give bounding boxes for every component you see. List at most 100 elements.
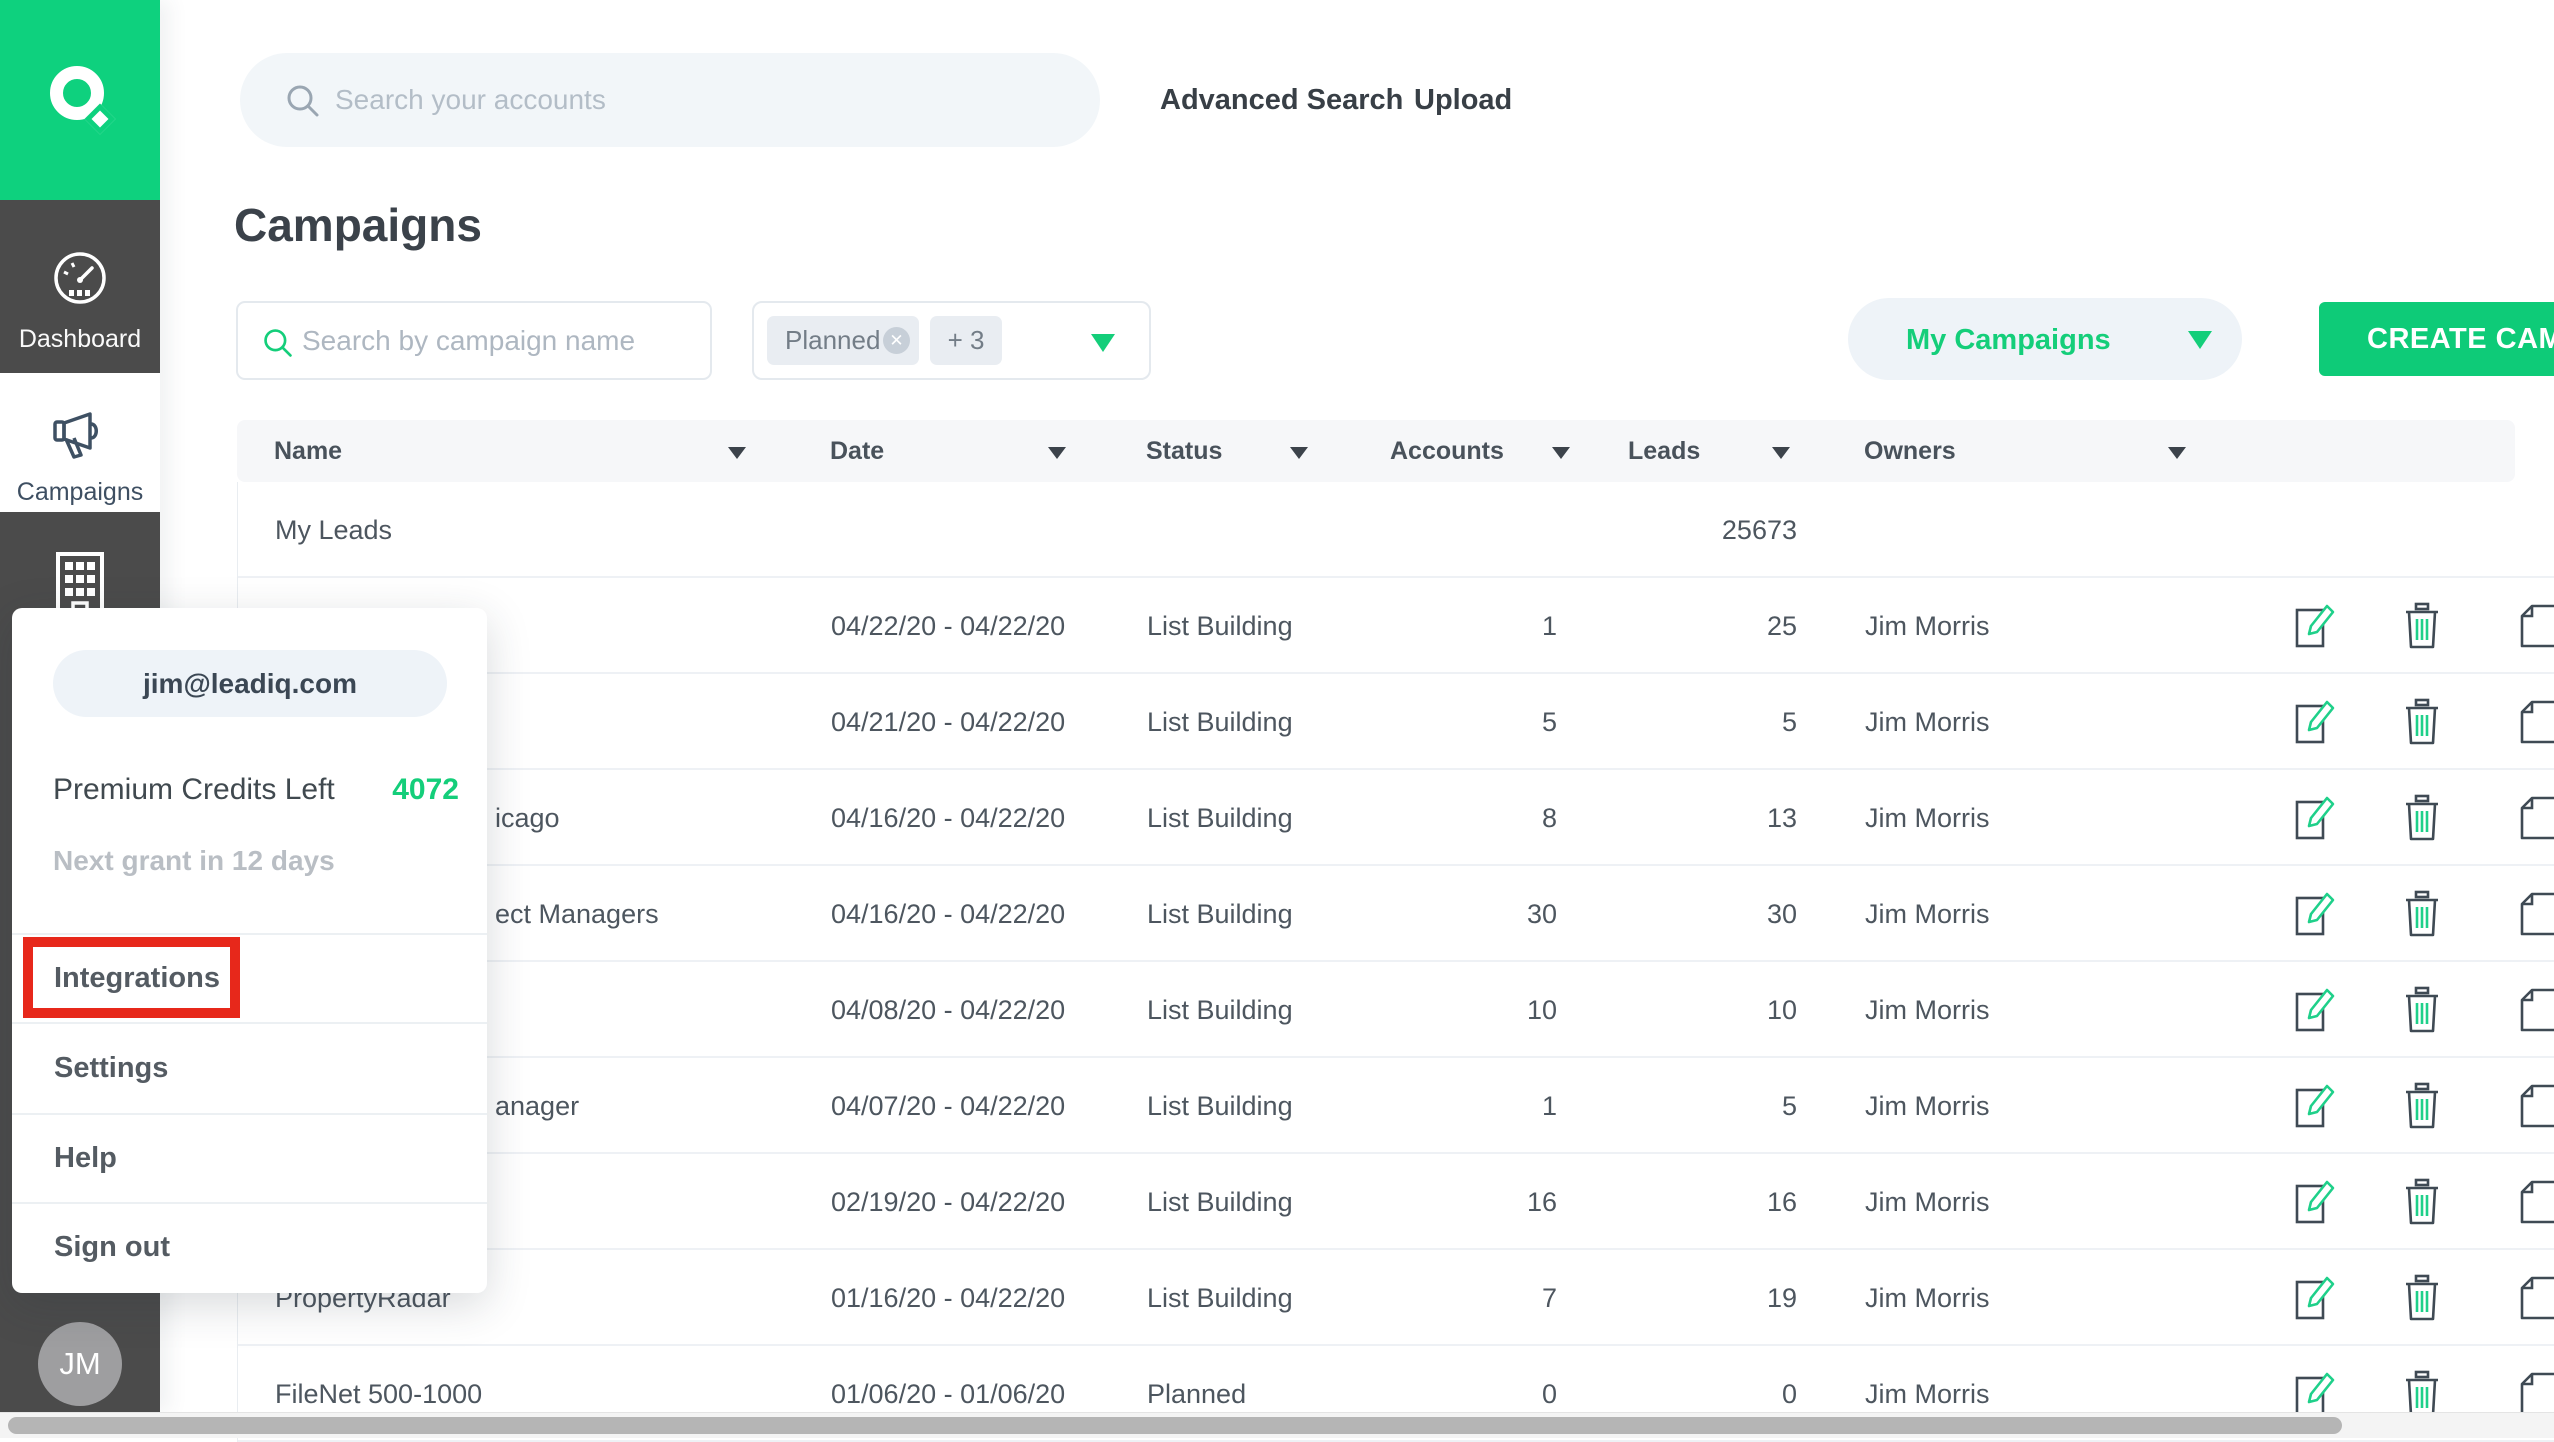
duplicate-icon[interactable] — [2518, 1082, 2554, 1130]
edit-icon[interactable] — [2291, 698, 2339, 746]
edit-icon[interactable] — [2291, 890, 2339, 938]
date-cell: 04/08/20 - 04/22/20 — [831, 995, 1066, 1025]
sort-icon-status[interactable] — [1290, 447, 1308, 459]
date-cell: 04/22/20 - 04/22/20 — [831, 611, 1066, 641]
delete-icon[interactable] — [2398, 1274, 2446, 1322]
accounts-cell: 5 — [1541, 707, 1557, 737]
edit-icon[interactable] — [2291, 1082, 2339, 1130]
upload-link[interactable]: Upload — [1414, 84, 1512, 117]
accounts-cell: 8 — [1541, 803, 1557, 833]
edit-icon[interactable] — [2291, 1370, 2339, 1418]
duplicate-icon[interactable] — [2518, 986, 2554, 1034]
status-cell: List Building — [1147, 1187, 1293, 1217]
menu-divider — [12, 933, 487, 935]
menu-divider — [12, 1202, 487, 1204]
status-cell: List Building — [1147, 611, 1293, 641]
leads-cell: 25 — [1766, 611, 1797, 641]
table-row[interactable]: PropertyRadar 01/16/20 - 04/22/20 List B… — [238, 1250, 2554, 1346]
sort-icon-name[interactable] — [728, 447, 746, 459]
table-row[interactable]: icago 04/16/20 - 04/22/20 List Building … — [238, 770, 2554, 866]
table-row[interactable]: 02/19/20 - 04/22/20 List Building 16 16 … — [238, 1154, 2554, 1250]
sort-icon-accounts[interactable] — [1552, 447, 1570, 459]
chevron-down-icon[interactable] — [1091, 334, 1115, 352]
status-cell: List Building — [1147, 707, 1293, 737]
create-campaign-button[interactable]: CREATE CAMPAIGN — [2319, 302, 2554, 376]
campaign-search-input[interactable] — [302, 303, 702, 378]
status-cell: List Building — [1147, 899, 1293, 929]
edit-icon[interactable] — [2291, 1178, 2339, 1226]
user-avatar[interactable]: JM — [38, 1322, 122, 1406]
leads-cell: 10 — [1766, 995, 1797, 1025]
leads-cell: 25673 — [1721, 515, 1797, 545]
duplicate-icon[interactable] — [2518, 1178, 2554, 1226]
duplicate-icon[interactable] — [2518, 602, 2554, 650]
sort-icon-leads[interactable] — [1772, 447, 1790, 459]
table-row[interactable]: My Leads 25673 — [238, 482, 2554, 578]
delete-icon[interactable] — [2398, 1178, 2446, 1226]
table-row[interactable]: 04/21/20 - 04/22/20 List Building 5 5 Ji… — [238, 674, 2554, 770]
table-row[interactable]: anager 04/07/20 - 04/22/20 List Building… — [238, 1058, 2554, 1154]
edit-icon[interactable] — [2291, 1274, 2339, 1322]
edit-icon[interactable] — [2291, 794, 2339, 842]
column-header-owners[interactable]: Owners — [1864, 420, 1956, 482]
delete-icon[interactable] — [2398, 698, 2446, 746]
status-filter-dropdown[interactable]: Planned ✕ + 3 — [752, 301, 1151, 380]
duplicate-icon[interactable] — [2518, 890, 2554, 938]
leads-cell: 5 — [1781, 1091, 1797, 1121]
delete-icon[interactable] — [2398, 1082, 2446, 1130]
delete-icon[interactable] — [2398, 794, 2446, 842]
horizontal-scrollbar-track[interactable] — [0, 1412, 2554, 1438]
column-header-status[interactable]: Status — [1146, 420, 1222, 482]
menu-item-help[interactable]: Help — [54, 1142, 117, 1175]
status-cell: List Building — [1147, 803, 1293, 833]
account-email: jim@leadiq.com — [53, 650, 447, 717]
campaign-name-cell: icago — [495, 803, 560, 833]
owner-cell: Jim Morris — [1865, 707, 1990, 737]
duplicate-icon[interactable] — [2518, 794, 2554, 842]
duplicate-icon[interactable] — [2518, 1370, 2554, 1418]
search-icon — [264, 329, 292, 357]
column-header-accounts[interactable]: Accounts — [1390, 420, 1504, 482]
premium-credits-value: 4072 — [392, 773, 459, 806]
edit-icon[interactable] — [2291, 986, 2339, 1034]
sidebar-item-label: Campaigns — [16, 478, 144, 506]
table-row[interactable]: ect Managers 04/16/20 - 04/22/20 List Bu… — [238, 866, 2554, 962]
next-grant-note: Next grant in 12 days — [53, 845, 335, 876]
highlight-box — [23, 937, 240, 1018]
sort-icon-owners[interactable] — [2168, 447, 2186, 459]
delete-icon[interactable] — [2398, 986, 2446, 1034]
column-header-name[interactable]: Name — [274, 420, 342, 482]
menu-item-settings[interactable]: Settings — [54, 1052, 168, 1085]
menu-item-sign-out[interactable]: Sign out — [54, 1231, 170, 1264]
column-header-leads[interactable]: Leads — [1628, 420, 1700, 482]
campaign-name-cell: anager — [495, 1091, 580, 1121]
table-row[interactable]: 04/08/20 - 04/22/20 List Building 10 10 … — [238, 962, 2554, 1058]
accounts-cell: 30 — [1526, 899, 1557, 929]
sort-icon-date[interactable] — [1048, 447, 1066, 459]
leadiq-logo[interactable] — [0, 0, 160, 200]
horizontal-scrollbar-thumb[interactable] — [8, 1417, 2342, 1434]
advanced-search-link[interactable]: Advanced Search — [1160, 84, 1403, 117]
delete-icon[interactable] — [2398, 1370, 2446, 1418]
delete-icon[interactable] — [2398, 602, 2446, 650]
table-header: Name Date Status Accounts Leads Owners — [237, 420, 2515, 482]
campaigns-table: Name Date Status Accounts Leads Owners M… — [237, 420, 2554, 1442]
campaign-scope-dropdown[interactable]: My Campaigns — [1848, 298, 2242, 380]
edit-icon[interactable] — [2291, 602, 2339, 650]
duplicate-icon[interactable] — [2518, 1274, 2554, 1322]
column-header-date[interactable]: Date — [830, 420, 884, 482]
leads-cell: 5 — [1781, 707, 1797, 737]
owner-cell: Jim Morris — [1865, 1283, 1990, 1313]
table-row[interactable]: 04/22/20 - 04/22/20 List Building 1 25 J… — [238, 578, 2554, 674]
delete-icon[interactable] — [2398, 890, 2446, 938]
filter-chip-label: Planned — [785, 325, 881, 355]
campaign-name-cell: ect Managers — [495, 899, 659, 929]
accounts-cell: 7 — [1541, 1283, 1557, 1313]
table-body: My Leads 25673 04/22/20 - 04/22/20 List … — [237, 482, 2554, 1442]
sidebar-item-campaigns[interactable]: Campaigns — [0, 373, 160, 512]
date-cell: 04/21/20 - 04/22/20 — [831, 707, 1066, 737]
accounts-search-input[interactable] — [335, 53, 1055, 147]
sidebar-item-dashboard[interactable]: Dashboard — [0, 250, 160, 360]
duplicate-icon[interactable] — [2518, 698, 2554, 746]
remove-filter-icon[interactable]: ✕ — [883, 327, 910, 354]
